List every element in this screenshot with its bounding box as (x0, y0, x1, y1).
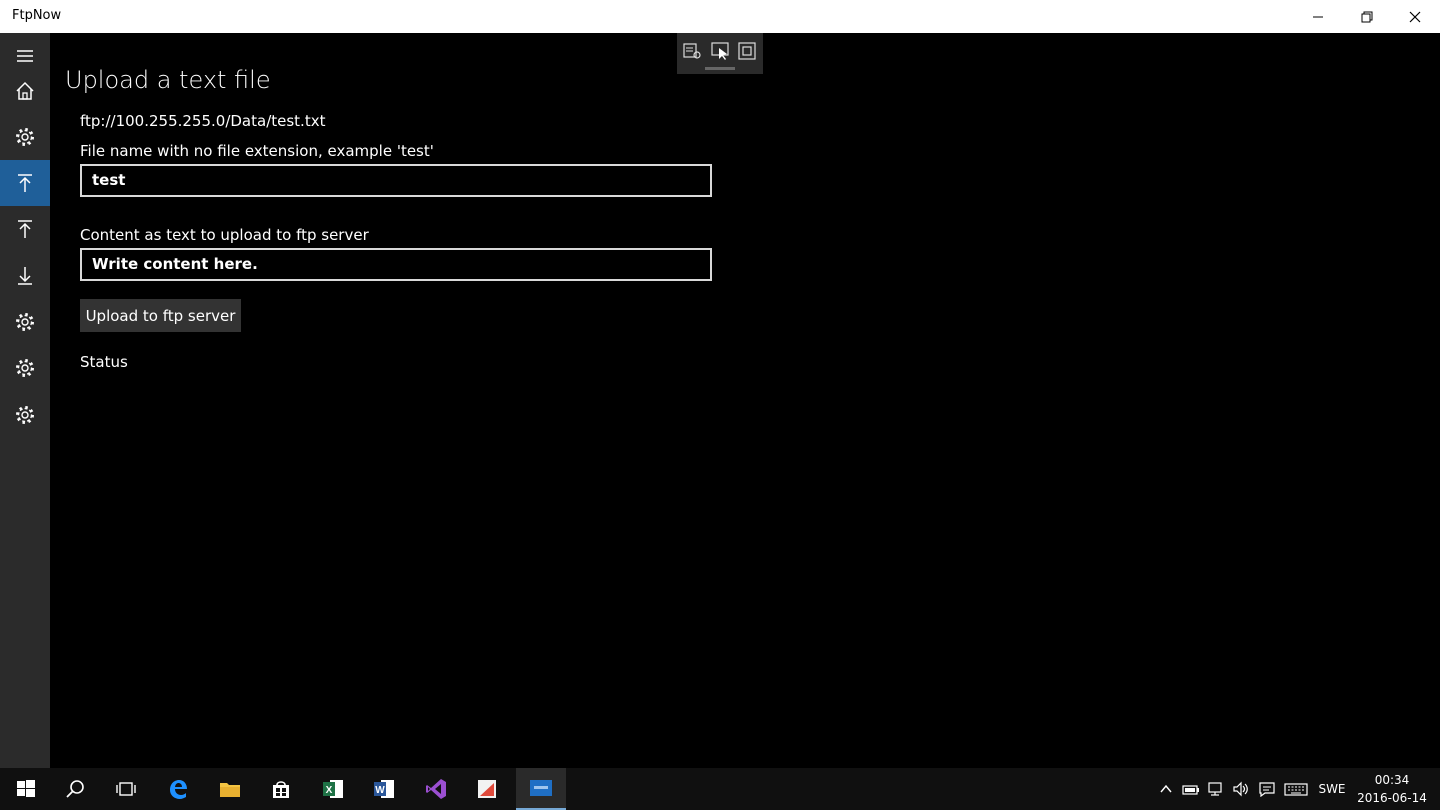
gear-icon (16, 128, 34, 146)
navigation-pane (0, 33, 50, 768)
taskbar: X W SWE 00:34 2016-06-14 (0, 768, 1440, 810)
battery-button[interactable] (1180, 768, 1202, 810)
show-hidden-icons-button[interactable] (1155, 768, 1177, 810)
network-icon (1208, 782, 1222, 796)
input-language-button[interactable]: SWE (1314, 768, 1350, 810)
clock-time: 00:34 (1374, 773, 1410, 787)
restore-button[interactable] (1343, 0, 1391, 33)
svg-text:X: X (326, 785, 333, 796)
action-center-button[interactable] (1256, 768, 1278, 810)
app-window: Upload a text file ftp://100.255.255.0/D… (0, 33, 1440, 768)
content-input[interactable]: Write content here. (80, 248, 712, 281)
edge-icon (170, 780, 187, 799)
status-text: Status (80, 353, 128, 371)
gear-icon (16, 359, 34, 377)
visual-studio-icon (426, 779, 446, 799)
pdf-icon (478, 780, 496, 798)
pdf-app-button[interactable] (463, 768, 511, 810)
file-explorer-button[interactable] (206, 768, 254, 810)
svg-text:W: W (375, 785, 385, 796)
touch-keyboard-button[interactable] (1282, 768, 1310, 810)
home-icon (16, 81, 34, 100)
content-label: Content as text to upload to ftp server (80, 226, 369, 244)
word-button[interactable]: W (360, 768, 408, 810)
gear-icon (16, 313, 34, 331)
nav-item-upload-text[interactable] (0, 160, 50, 206)
word-icon: W (374, 780, 394, 798)
upload-icon (18, 174, 32, 192)
nav-item-settings-4[interactable] (0, 392, 50, 438)
clock-date: 2016-06-14 (1357, 791, 1427, 805)
volume-button[interactable] (1230, 768, 1252, 810)
filename-label: File name with no file extension, exampl… (80, 142, 434, 160)
file-explorer-icon (220, 783, 240, 797)
search-button[interactable] (51, 768, 99, 810)
battery-icon (1182, 785, 1199, 795)
excel-button[interactable]: X (309, 768, 357, 810)
ftpnow-app-icon (530, 780, 552, 796)
nav-item-upload[interactable] (0, 206, 50, 252)
start-icon (17, 780, 35, 797)
title-bar: FtpNow (0, 0, 1440, 33)
search-icon (66, 780, 84, 798)
download-icon (18, 267, 32, 285)
edge-button[interactable] (154, 768, 202, 810)
gear-icon (16, 406, 34, 424)
main-content: Upload a text file ftp://100.255.255.0/D… (50, 33, 1440, 768)
hamburger-menu-icon (17, 50, 33, 62)
minimize-icon (1313, 16, 1323, 17)
nav-item-settings-3[interactable] (0, 345, 50, 391)
visual-studio-button[interactable] (412, 768, 460, 810)
close-button[interactable] (1391, 0, 1439, 33)
restore-icon (1361, 11, 1373, 22)
nav-item-home[interactable] (0, 68, 50, 114)
chevron-up-icon (1160, 784, 1172, 793)
nav-item-download[interactable] (0, 253, 50, 299)
task-view-button[interactable] (102, 768, 150, 810)
minimize-button[interactable] (1294, 0, 1342, 33)
store-button[interactable] (257, 768, 305, 810)
keyboard-icon (1284, 783, 1308, 796)
window-title: FtpNow (12, 8, 62, 23)
nav-item-settings-2[interactable] (0, 299, 50, 345)
task-view-icon (116, 782, 136, 796)
store-icon (273, 781, 289, 798)
upload-button[interactable]: Upload to ftp server (80, 299, 241, 332)
ftpnow-taskbar-button[interactable] (516, 768, 566, 810)
network-button[interactable] (1205, 768, 1227, 810)
nav-item-settings-1[interactable] (0, 114, 50, 160)
close-icon (1409, 11, 1421, 22)
upload-icon (18, 220, 32, 238)
start-button[interactable] (2, 768, 50, 810)
notification-icon (1259, 782, 1275, 797)
page-title: Upload a text file (65, 66, 271, 94)
system-clock[interactable]: 00:34 2016-06-14 (1354, 771, 1430, 807)
volume-icon (1233, 781, 1248, 797)
excel-icon: X (323, 780, 343, 798)
ftp-path-label: ftp://100.255.255.0/Data/test.txt (80, 112, 326, 130)
filename-input[interactable]: test (80, 164, 712, 197)
